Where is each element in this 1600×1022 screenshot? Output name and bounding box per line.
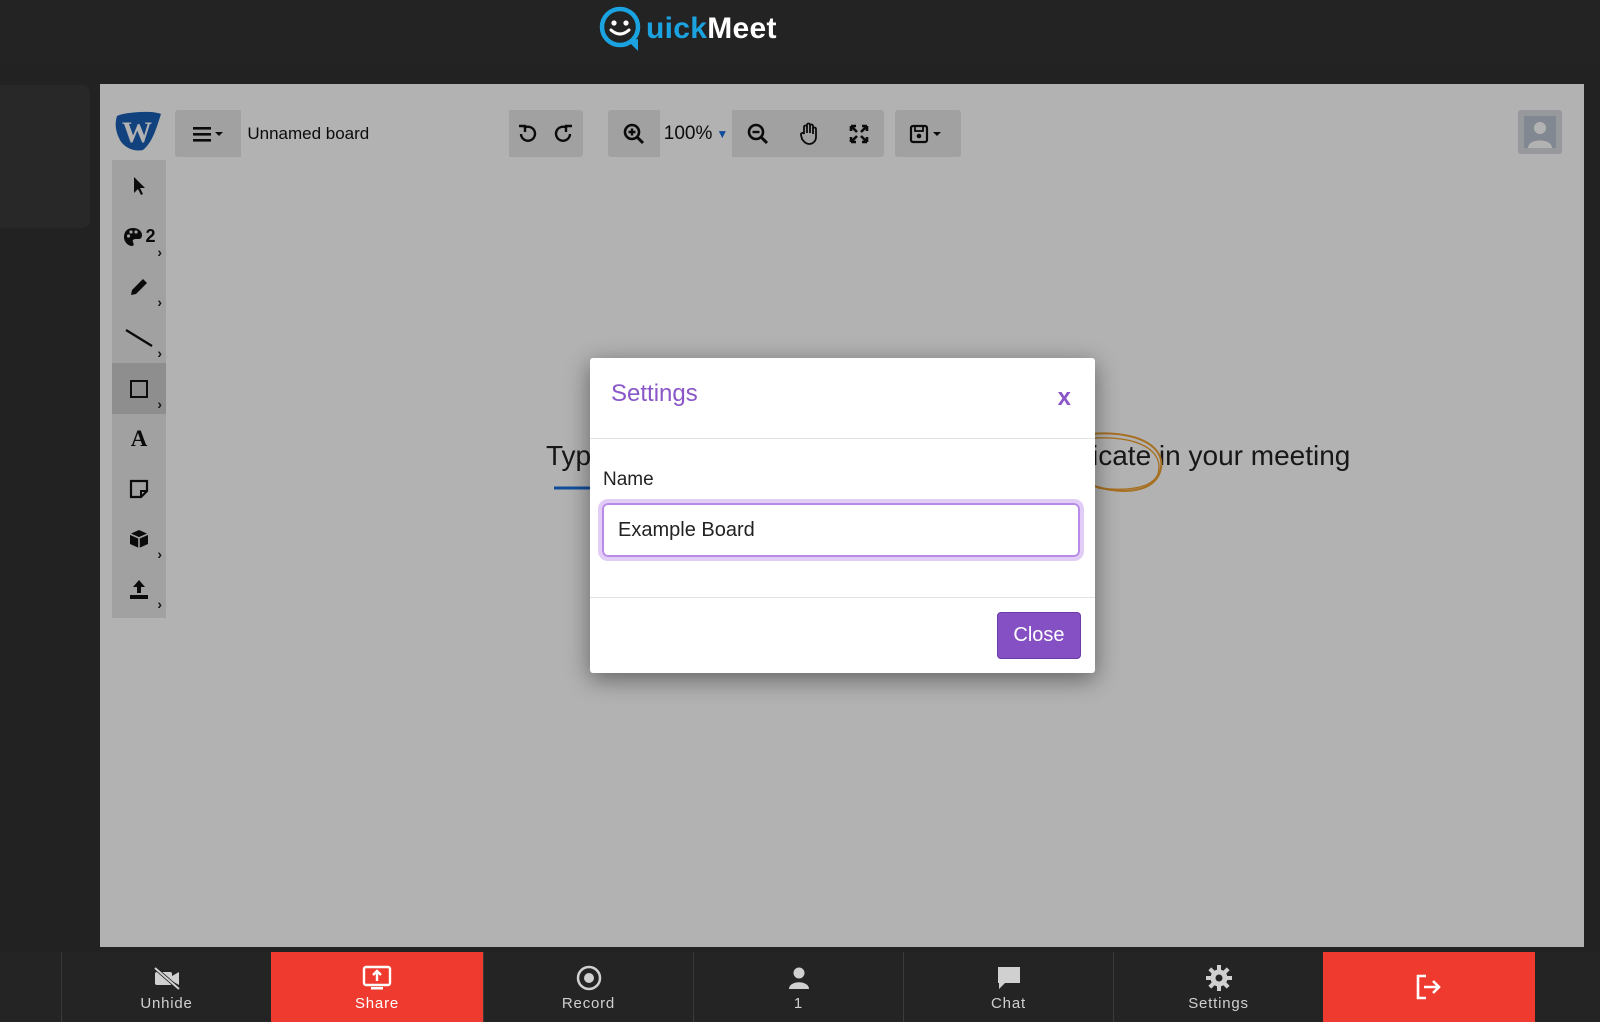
video-off-icon <box>153 966 180 990</box>
record-icon <box>576 965 601 990</box>
gear-icon <box>1205 964 1232 991</box>
participants-button[interactable]: 1 <box>693 952 903 1022</box>
person-icon <box>788 967 809 989</box>
unhide-button[interactable]: Unhide <box>61 952 271 1022</box>
settings-button[interactable]: Settings <box>1113 952 1323 1022</box>
screen-share-icon <box>362 965 392 989</box>
modal-header: Settings x <box>590 358 1095 439</box>
settings-modal: Settings x Name Close <box>590 358 1095 673</box>
modal-title: Settings <box>611 380 698 407</box>
quickmeet-logo: uickMeet <box>598 4 777 54</box>
side-panel <box>0 85 90 228</box>
logo-q-icon <box>599 6 641 51</box>
name-label: Name <box>603 469 654 490</box>
leave-meeting-button[interactable] <box>1323 952 1535 1022</box>
close-button[interactable]: Close <box>997 612 1081 659</box>
exit-icon <box>1416 974 1441 1000</box>
board-name-input[interactable] <box>598 499 1084 561</box>
chat-icon <box>997 966 1020 989</box>
modal-body: Name <box>590 439 1095 598</box>
meeting-controls-bar: Unhide Share Record 1 Chat Settings <box>0 952 1600 1022</box>
record-button[interactable]: Record <box>483 952 693 1022</box>
share-button[interactable]: Share <box>271 952 483 1022</box>
close-icon[interactable]: x <box>1058 384 1071 412</box>
top-header: uickMeet <box>0 0 1600 70</box>
logo-wordmark: uickMeet <box>646 12 777 45</box>
chat-button[interactable]: Chat <box>903 952 1113 1022</box>
